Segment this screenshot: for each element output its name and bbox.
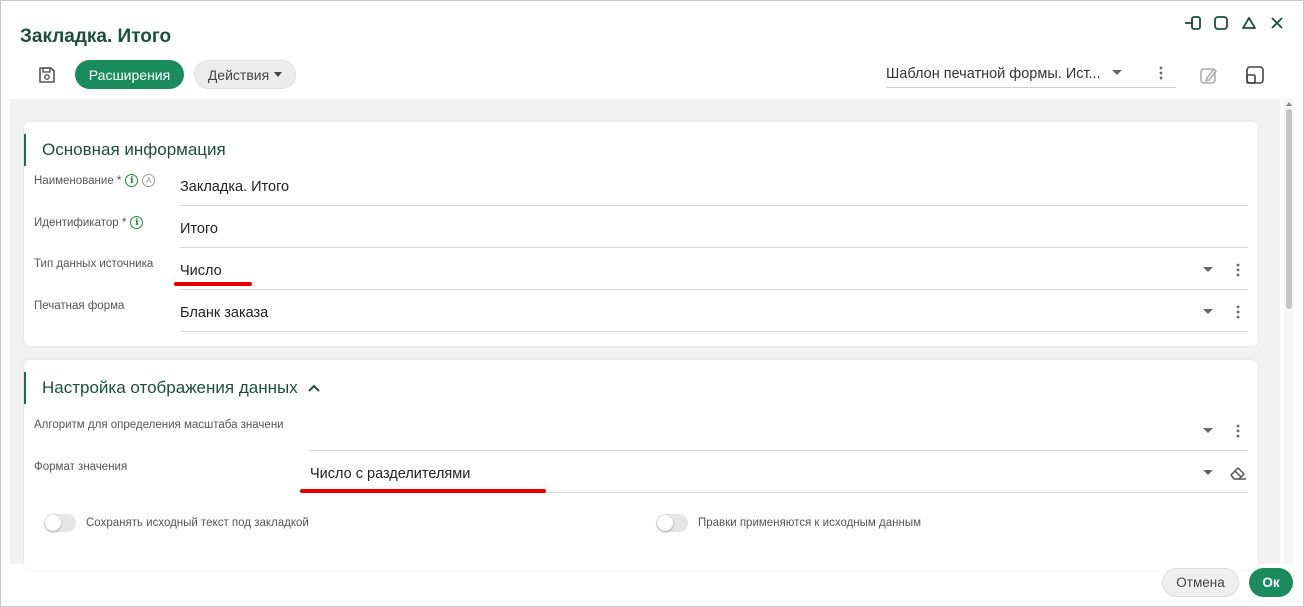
chevron-down-icon (1198, 470, 1218, 476)
window-controls (1184, 14, 1286, 32)
field-label-print-form: Печатная форма (34, 300, 125, 312)
auto-translate-icon[interactable]: A (142, 174, 156, 187)
toggle-label-apply-to-source: Правки применяются к исходным данным (698, 517, 921, 529)
section-title-main-info: Основная информация (24, 134, 226, 166)
keep-source-toggle[interactable] (44, 514, 76, 532)
main-info-card: Основная информация Наименование * i A З… (24, 122, 1258, 346)
field-label-value-format: Формат значения (34, 461, 128, 473)
field-row-scale-algorithm: Алгоритм для определения масштаба значен… (34, 412, 1248, 452)
maximize-icon[interactable] (1212, 14, 1230, 32)
name-input[interactable]: Закладка. Итого (180, 167, 1248, 206)
source-type-select[interactable]: Число (180, 251, 1248, 290)
collapse-icon[interactable] (1240, 14, 1258, 32)
save-icon[interactable] (34, 62, 60, 88)
actions-button[interactable]: Действия (194, 60, 296, 89)
info-icon[interactable]: i (125, 174, 139, 187)
toggle-row-keep-source: Сохранять исходный текст под закладкой (44, 514, 309, 532)
pin-icon[interactable] (1184, 14, 1202, 32)
identifier-input[interactable]: Итого (180, 209, 1248, 248)
more-vertical-icon[interactable] (1228, 424, 1248, 438)
field-label-scale-algorithm: Алгоритм для определения масштаба значен… (34, 419, 284, 431)
field-row-print-form: Печатная форма Бланк заказа (34, 293, 1248, 333)
actions-button-label: Действия (207, 66, 270, 83)
field-label-identifier: Идентификатор * i (34, 216, 144, 229)
cancel-button[interactable]: Отмена (1162, 568, 1239, 597)
more-vertical-icon[interactable] (1228, 305, 1248, 319)
more-vertical-icon[interactable] (1154, 66, 1168, 80)
chevron-down-icon (1198, 267, 1218, 273)
field-row-identifier: Идентификатор * i Итого (34, 209, 1248, 249)
chevron-up-icon[interactable] (307, 384, 320, 392)
scrollbar-thumb[interactable] (1286, 109, 1292, 309)
template-select[interactable]: Шаблон печатной формы. Ист... (886, 58, 1176, 88)
apply-to-source-toggle[interactable] (656, 514, 688, 532)
chevron-down-icon (1110, 69, 1124, 76)
caret-down-icon (274, 71, 283, 77)
eraser-icon[interactable] (1228, 465, 1248, 481)
chevron-down-icon (1198, 428, 1218, 434)
window-title: Закладка. Итого (20, 26, 172, 47)
display-settings-card: Настройка отображения данных Алгоритм дл… (24, 360, 1258, 570)
scale-algorithm-select[interactable] (310, 412, 1248, 451)
field-label-name: Наименование * i A (34, 174, 156, 187)
more-vertical-icon[interactable] (1228, 263, 1248, 277)
close-icon[interactable] (1268, 14, 1286, 32)
annotation-underline (174, 282, 252, 286)
ok-button[interactable]: Ок (1249, 568, 1293, 597)
template-select-value: Шаблон печатной формы. Ист... (886, 65, 1101, 82)
value-format-select[interactable]: Число с разделителями (310, 454, 1248, 493)
extensions-button[interactable]: Расширения (75, 60, 184, 89)
window-mode-icon[interactable] (1244, 64, 1266, 86)
field-row-value-format: Формат значения Число с разделителями (34, 454, 1248, 494)
chevron-down-icon (1198, 309, 1218, 315)
print-form-select[interactable]: Бланк заказа (180, 293, 1248, 332)
vertical-scrollbar[interactable] (1284, 99, 1294, 564)
info-icon[interactable]: i (130, 216, 144, 229)
annotation-underline (300, 489, 546, 493)
toggle-row-apply-to-source: Правки применяются к исходным данным (656, 514, 921, 532)
toggle-label-keep-source: Сохранять исходный текст под закладкой (86, 517, 309, 529)
edit-icon[interactable] (1198, 64, 1220, 86)
toolbar: Расширения Действия Шаблон печатной форм… (0, 58, 1304, 92)
field-label-source-type: Тип данных источника (34, 258, 154, 270)
section-title-display-settings[interactable]: Настройка отображения данных (24, 372, 320, 404)
field-row-name: Наименование * i A Закладка. Итого (34, 167, 1248, 207)
